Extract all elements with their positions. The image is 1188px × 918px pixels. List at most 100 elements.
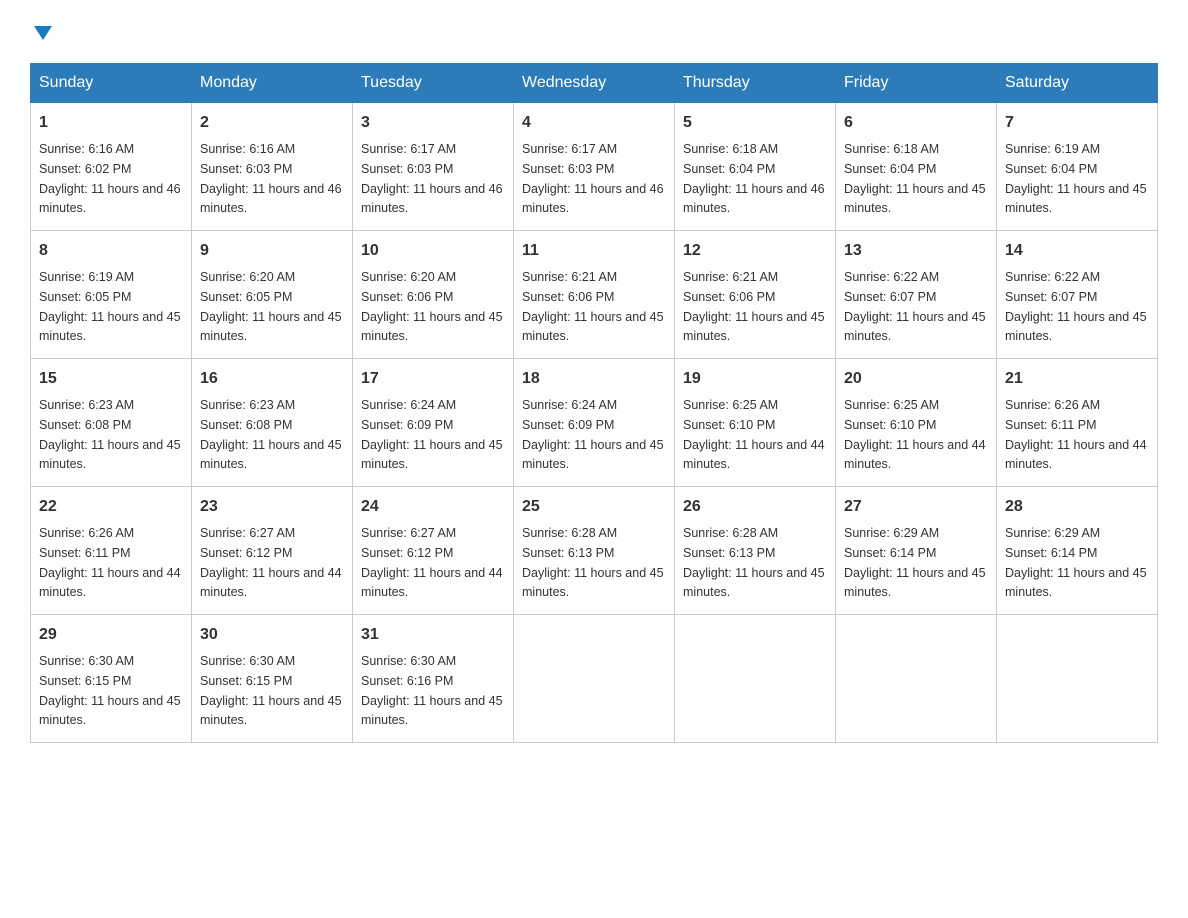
day-info: Sunrise: 6:30 AMSunset: 6:15 PMDaylight:…	[200, 654, 342, 727]
day-number: 14	[1005, 239, 1149, 263]
logo	[30, 20, 54, 43]
day-number: 9	[200, 239, 344, 263]
day-number: 23	[200, 495, 344, 519]
day-info: Sunrise: 6:30 AMSunset: 6:15 PMDaylight:…	[39, 654, 181, 727]
logo-arrow-icon	[32, 22, 54, 49]
day-number: 10	[361, 239, 505, 263]
day-cell: 12 Sunrise: 6:21 AMSunset: 6:06 PMDaylig…	[675, 231, 836, 359]
col-header-sunday: Sunday	[31, 64, 192, 103]
day-info: Sunrise: 6:26 AMSunset: 6:11 PMDaylight:…	[39, 526, 181, 599]
day-info: Sunrise: 6:25 AMSunset: 6:10 PMDaylight:…	[683, 398, 825, 471]
day-number: 20	[844, 367, 988, 391]
day-cell: 7 Sunrise: 6:19 AMSunset: 6:04 PMDayligh…	[997, 103, 1158, 231]
day-number: 12	[683, 239, 827, 263]
day-cell: 22 Sunrise: 6:26 AMSunset: 6:11 PMDaylig…	[31, 487, 192, 615]
page-header	[30, 20, 1158, 43]
day-number: 11	[522, 239, 666, 263]
day-info: Sunrise: 6:22 AMSunset: 6:07 PMDaylight:…	[1005, 270, 1147, 343]
day-info: Sunrise: 6:24 AMSunset: 6:09 PMDaylight:…	[361, 398, 503, 471]
day-info: Sunrise: 6:21 AMSunset: 6:06 PMDaylight:…	[522, 270, 664, 343]
day-number: 30	[200, 623, 344, 647]
day-number: 5	[683, 111, 827, 135]
day-cell	[836, 615, 997, 743]
day-cell: 8 Sunrise: 6:19 AMSunset: 6:05 PMDayligh…	[31, 231, 192, 359]
day-info: Sunrise: 6:30 AMSunset: 6:16 PMDaylight:…	[361, 654, 503, 727]
day-cell: 6 Sunrise: 6:18 AMSunset: 6:04 PMDayligh…	[836, 103, 997, 231]
day-number: 22	[39, 495, 183, 519]
day-number: 28	[1005, 495, 1149, 519]
day-info: Sunrise: 6:26 AMSunset: 6:11 PMDaylight:…	[1005, 398, 1147, 471]
day-info: Sunrise: 6:27 AMSunset: 6:12 PMDaylight:…	[361, 526, 503, 599]
day-number: 1	[39, 111, 183, 135]
day-cell	[514, 615, 675, 743]
day-info: Sunrise: 6:20 AMSunset: 6:06 PMDaylight:…	[361, 270, 503, 343]
col-header-thursday: Thursday	[675, 64, 836, 103]
col-header-wednesday: Wednesday	[514, 64, 675, 103]
day-cell: 29 Sunrise: 6:30 AMSunset: 6:15 PMDaylig…	[31, 615, 192, 743]
day-info: Sunrise: 6:25 AMSunset: 6:10 PMDaylight:…	[844, 398, 986, 471]
day-cell	[997, 615, 1158, 743]
week-row-1: 1 Sunrise: 6:16 AMSunset: 6:02 PMDayligh…	[31, 103, 1158, 231]
day-cell: 2 Sunrise: 6:16 AMSunset: 6:03 PMDayligh…	[192, 103, 353, 231]
day-number: 24	[361, 495, 505, 519]
day-info: Sunrise: 6:28 AMSunset: 6:13 PMDaylight:…	[522, 526, 664, 599]
day-cell: 17 Sunrise: 6:24 AMSunset: 6:09 PMDaylig…	[353, 359, 514, 487]
day-cell: 4 Sunrise: 6:17 AMSunset: 6:03 PMDayligh…	[514, 103, 675, 231]
day-number: 27	[844, 495, 988, 519]
day-number: 15	[39, 367, 183, 391]
day-number: 17	[361, 367, 505, 391]
day-info: Sunrise: 6:19 AMSunset: 6:04 PMDaylight:…	[1005, 142, 1147, 215]
day-cell: 9 Sunrise: 6:20 AMSunset: 6:05 PMDayligh…	[192, 231, 353, 359]
day-cell: 21 Sunrise: 6:26 AMSunset: 6:11 PMDaylig…	[997, 359, 1158, 487]
day-cell: 30 Sunrise: 6:30 AMSunset: 6:15 PMDaylig…	[192, 615, 353, 743]
day-number: 18	[522, 367, 666, 391]
day-number: 29	[39, 623, 183, 647]
week-row-5: 29 Sunrise: 6:30 AMSunset: 6:15 PMDaylig…	[31, 615, 1158, 743]
week-row-2: 8 Sunrise: 6:19 AMSunset: 6:05 PMDayligh…	[31, 231, 1158, 359]
day-number: 8	[39, 239, 183, 263]
day-cell: 19 Sunrise: 6:25 AMSunset: 6:10 PMDaylig…	[675, 359, 836, 487]
day-info: Sunrise: 6:17 AMSunset: 6:03 PMDaylight:…	[522, 142, 664, 215]
day-info: Sunrise: 6:23 AMSunset: 6:08 PMDaylight:…	[200, 398, 342, 471]
col-header-friday: Friday	[836, 64, 997, 103]
day-cell	[675, 615, 836, 743]
col-header-monday: Monday	[192, 64, 353, 103]
day-info: Sunrise: 6:27 AMSunset: 6:12 PMDaylight:…	[200, 526, 342, 599]
day-cell: 1 Sunrise: 6:16 AMSunset: 6:02 PMDayligh…	[31, 103, 192, 231]
day-number: 2	[200, 111, 344, 135]
day-cell: 20 Sunrise: 6:25 AMSunset: 6:10 PMDaylig…	[836, 359, 997, 487]
day-info: Sunrise: 6:16 AMSunset: 6:02 PMDaylight:…	[39, 142, 181, 215]
day-info: Sunrise: 6:29 AMSunset: 6:14 PMDaylight:…	[1005, 526, 1147, 599]
day-info: Sunrise: 6:29 AMSunset: 6:14 PMDaylight:…	[844, 526, 986, 599]
calendar-table: SundayMondayTuesdayWednesdayThursdayFrid…	[30, 63, 1158, 743]
day-cell: 27 Sunrise: 6:29 AMSunset: 6:14 PMDaylig…	[836, 487, 997, 615]
day-info: Sunrise: 6:16 AMSunset: 6:03 PMDaylight:…	[200, 142, 342, 215]
day-cell: 26 Sunrise: 6:28 AMSunset: 6:13 PMDaylig…	[675, 487, 836, 615]
day-info: Sunrise: 6:24 AMSunset: 6:09 PMDaylight:…	[522, 398, 664, 471]
day-number: 3	[361, 111, 505, 135]
day-info: Sunrise: 6:21 AMSunset: 6:06 PMDaylight:…	[683, 270, 825, 343]
day-number: 25	[522, 495, 666, 519]
day-cell: 16 Sunrise: 6:23 AMSunset: 6:08 PMDaylig…	[192, 359, 353, 487]
day-info: Sunrise: 6:18 AMSunset: 6:04 PMDaylight:…	[844, 142, 986, 215]
col-header-tuesday: Tuesday	[353, 64, 514, 103]
day-cell: 10 Sunrise: 6:20 AMSunset: 6:06 PMDaylig…	[353, 231, 514, 359]
day-info: Sunrise: 6:28 AMSunset: 6:13 PMDaylight:…	[683, 526, 825, 599]
calendar-header-row: SundayMondayTuesdayWednesdayThursdayFrid…	[31, 64, 1158, 103]
day-cell: 28 Sunrise: 6:29 AMSunset: 6:14 PMDaylig…	[997, 487, 1158, 615]
day-cell: 13 Sunrise: 6:22 AMSunset: 6:07 PMDaylig…	[836, 231, 997, 359]
day-info: Sunrise: 6:17 AMSunset: 6:03 PMDaylight:…	[361, 142, 503, 215]
day-cell: 14 Sunrise: 6:22 AMSunset: 6:07 PMDaylig…	[997, 231, 1158, 359]
day-cell: 15 Sunrise: 6:23 AMSunset: 6:08 PMDaylig…	[31, 359, 192, 487]
day-cell: 11 Sunrise: 6:21 AMSunset: 6:06 PMDaylig…	[514, 231, 675, 359]
day-number: 13	[844, 239, 988, 263]
week-row-4: 22 Sunrise: 6:26 AMSunset: 6:11 PMDaylig…	[31, 487, 1158, 615]
day-info: Sunrise: 6:20 AMSunset: 6:05 PMDaylight:…	[200, 270, 342, 343]
day-cell: 18 Sunrise: 6:24 AMSunset: 6:09 PMDaylig…	[514, 359, 675, 487]
day-number: 6	[844, 111, 988, 135]
day-number: 26	[683, 495, 827, 519]
day-number: 4	[522, 111, 666, 135]
day-number: 16	[200, 367, 344, 391]
day-cell: 23 Sunrise: 6:27 AMSunset: 6:12 PMDaylig…	[192, 487, 353, 615]
day-number: 19	[683, 367, 827, 391]
